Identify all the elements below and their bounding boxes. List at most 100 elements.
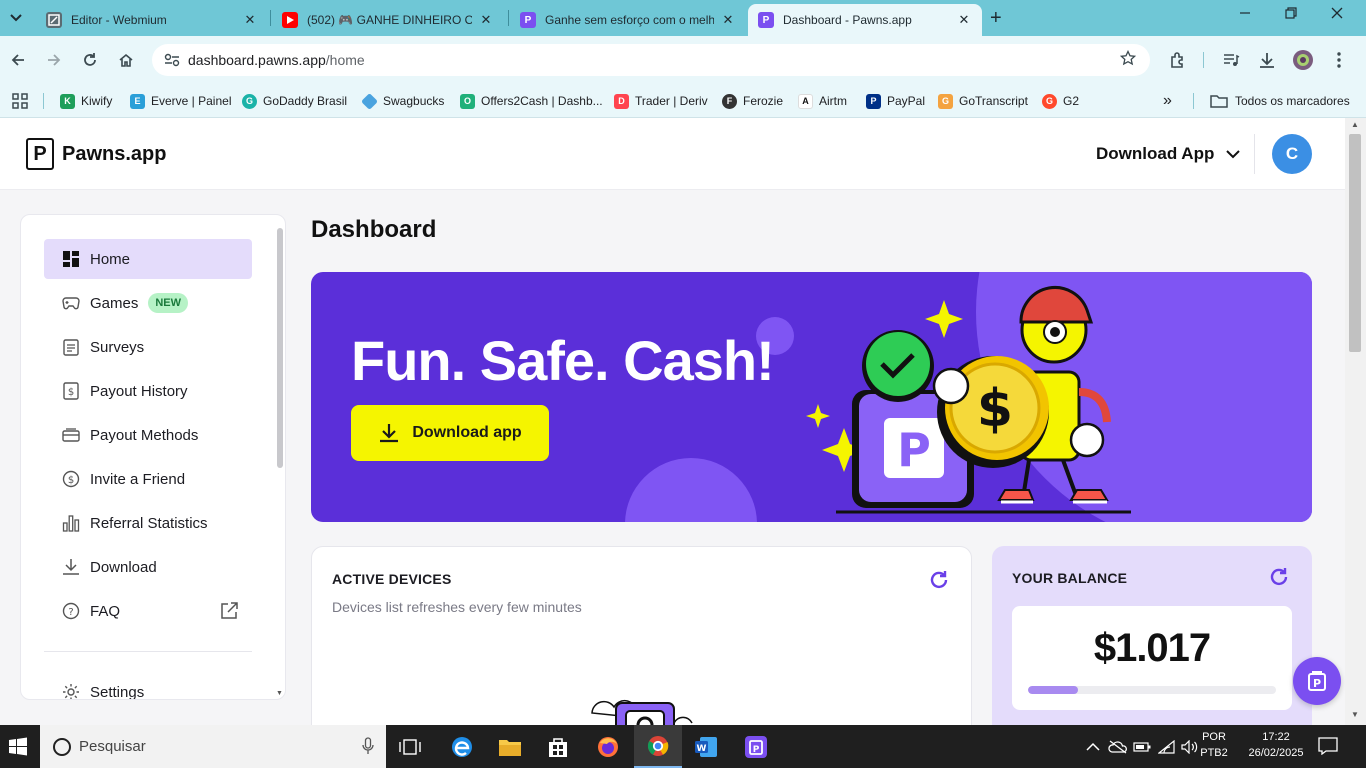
sidebar-item-download[interactable]: Download <box>44 547 252 587</box>
sidebar-item-home[interactable]: Home <box>44 239 252 279</box>
hero-download-button[interactable]: Download app <box>351 405 549 461</box>
bookmarks-bar: K Kiwify E Everve | Painel G GoDaddy Bra… <box>0 84 1366 118</box>
new-badge: NEW <box>148 293 189 313</box>
sidebar-item-settings[interactable]: Settings <box>44 672 252 699</box>
sidebar-scrollbar[interactable]: ▼ <box>276 222 284 702</box>
sidebar-item-surveys[interactable]: Surveys <box>44 327 252 367</box>
bookmark-swagbucks[interactable]: Swagbucks <box>361 90 444 112</box>
plus-icon: + <box>990 7 1002 29</box>
windows-taskbar: Pesquisar W P POR PTB2 17:22 26/02/2025 <box>0 725 1366 768</box>
refresh-icon[interactable] <box>1268 566 1290 588</box>
bookmark-g2[interactable]: G G2 <box>1042 90 1079 112</box>
bookmark-label: Everve | Painel <box>151 94 232 108</box>
pawns-floating-button[interactable]: P <box>1293 657 1341 705</box>
page-scrollbar[interactable]: ▲ ▼ <box>1345 118 1366 725</box>
taskbar-word[interactable]: W <box>682 725 730 768</box>
tab-youtube[interactable]: (502) 🎮 GANHE DINHEIRO ONLINE ✕ <box>272 4 504 36</box>
kiwify-icon: K <box>60 93 75 109</box>
sidebar-item-referral-stats[interactable]: Referral Statistics <box>44 503 252 543</box>
close-window-button[interactable] <box>1314 6 1360 22</box>
bookmark-paypal[interactable]: P PayPal <box>866 90 925 112</box>
scrollbar-thumb[interactable] <box>1349 134 1361 352</box>
tab-search-button[interactable] <box>4 6 28 30</box>
tray-battery[interactable] <box>1133 725 1151 768</box>
bookmark-godaddy[interactable]: G GoDaddy Brasil <box>242 90 347 112</box>
extensions-button[interactable] <box>1166 48 1190 72</box>
taskbar-firefox[interactable] <box>584 725 632 768</box>
profile-button[interactable] <box>1291 48 1315 72</box>
back-button[interactable] <box>6 48 30 72</box>
language-indicator[interactable]: POR PTB2 <box>1196 729 1232 761</box>
sidebar-item-label: Download <box>90 558 157 576</box>
notification-center-button[interactable] <box>1318 737 1338 760</box>
tab-webmium[interactable]: Editor - Webmium ✕ <box>36 4 268 36</box>
restore-button[interactable] <box>1268 6 1314 22</box>
site-info-icon[interactable] <box>164 53 182 67</box>
minimize-button[interactable] <box>1222 6 1268 22</box>
bookmark-ferozie[interactable]: F Ferozie <box>722 90 783 112</box>
apps-grid-icon <box>12 93 28 109</box>
taskbar-chrome[interactable] <box>634 725 682 768</box>
bookmark-star-icon[interactable] <box>1119 49 1137 71</box>
taskbar-search[interactable]: Pesquisar <box>40 725 386 768</box>
microphone-icon[interactable] <box>362 737 374 755</box>
chrome-icon <box>647 735 669 756</box>
pawns-app-icon: P <box>745 735 767 758</box>
refresh-icon[interactable] <box>928 569 950 591</box>
balance-box: $1.017 <box>1012 606 1292 710</box>
close-icon[interactable]: ✕ <box>956 12 972 28</box>
tab-dashboard[interactable]: P Dashboard - Pawns.app ✕ <box>748 4 982 36</box>
more-bookmarks-button[interactable]: » <box>1163 90 1172 112</box>
bookmark-offers2cash[interactable]: O Offers2Cash | Dashb... <box>460 90 603 112</box>
paypal-icon: P <box>866 93 881 109</box>
downloads-button[interactable] <box>1255 48 1279 72</box>
reload-button[interactable] <box>78 48 102 72</box>
bookmark-label: Offers2Cash | Dashb... <box>481 94 603 108</box>
bookmark-deriv[interactable]: D Trader | Deriv <box>614 90 708 112</box>
puzzle-icon <box>1171 52 1183 68</box>
media-control-button[interactable] <box>1219 48 1243 72</box>
scrollbar-thumb[interactable] <box>277 228 283 468</box>
close-icon[interactable]: ✕ <box>242 12 258 28</box>
taskbar-edge[interactable] <box>438 725 486 768</box>
bookmark-airtm[interactable]: A Airtm <box>798 90 847 112</box>
new-tab-button[interactable]: + <box>990 7 1002 30</box>
bookmark-everve[interactable]: E Everve | Painel <box>130 90 232 112</box>
g2-icon: G <box>1042 93 1057 109</box>
tab-pawns-promo[interactable]: P Ganhe sem esforço com o melhor ✕ <box>510 4 746 36</box>
taskbar-pawns[interactable]: P <box>732 725 780 768</box>
browser-menu-button[interactable] <box>1327 48 1351 72</box>
task-view-button[interactable] <box>386 725 434 768</box>
dollar-receipt-icon: $ <box>62 382 80 400</box>
header-divider <box>1254 134 1255 174</box>
tray-onedrive[interactable] <box>1108 725 1128 768</box>
scroll-up-arrow-icon[interactable]: ▲ <box>1351 120 1359 129</box>
system-clock[interactable]: 17:22 26/02/2025 <box>1242 729 1310 761</box>
clock-date: 26/02/2025 <box>1248 747 1304 759</box>
taskbar-file-explorer[interactable] <box>486 725 534 768</box>
sidebar-item-faq[interactable]: ? FAQ <box>44 591 252 631</box>
home-button[interactable] <box>114 48 138 72</box>
apps-button[interactable] <box>12 90 28 112</box>
sidebar-item-payout-history[interactable]: $ Payout History <box>44 371 252 411</box>
all-bookmarks-folder[interactable]: Todos os marcadores <box>1210 90 1350 112</box>
tray-network[interactable] <box>1158 725 1176 768</box>
scroll-down-arrow-icon[interactable]: ▼ <box>1351 710 1359 719</box>
balance-progress-bar <box>1028 686 1276 694</box>
scroll-down-arrow-icon[interactable]: ▼ <box>276 690 283 697</box>
tray-show-hidden[interactable] <box>1086 725 1100 768</box>
close-icon[interactable]: ✕ <box>720 12 736 28</box>
close-icon[interactable]: ✕ <box>478 12 494 28</box>
sidebar-item-invite[interactable]: $ Invite a Friend <box>44 459 252 499</box>
user-avatar[interactable]: C <box>1272 134 1312 174</box>
address-bar[interactable]: dashboard.pawns.app/home <box>152 44 1150 76</box>
sidebar-item-payout-methods[interactable]: Payout Methods <box>44 415 252 455</box>
sidebar-item-games[interactable]: Games NEW <box>44 283 252 323</box>
bookmark-kiwify[interactable]: K Kiwify <box>60 90 112 112</box>
taskbar-store[interactable] <box>534 725 582 768</box>
bookmark-gotranscript[interactable]: G GoTranscript <box>938 90 1028 112</box>
forward-button[interactable] <box>42 48 66 72</box>
brand-logo[interactable]: P Pawns.app <box>26 138 166 170</box>
download-app-menu[interactable]: Download App <box>1096 144 1241 164</box>
start-button[interactable] <box>8 737 28 762</box>
